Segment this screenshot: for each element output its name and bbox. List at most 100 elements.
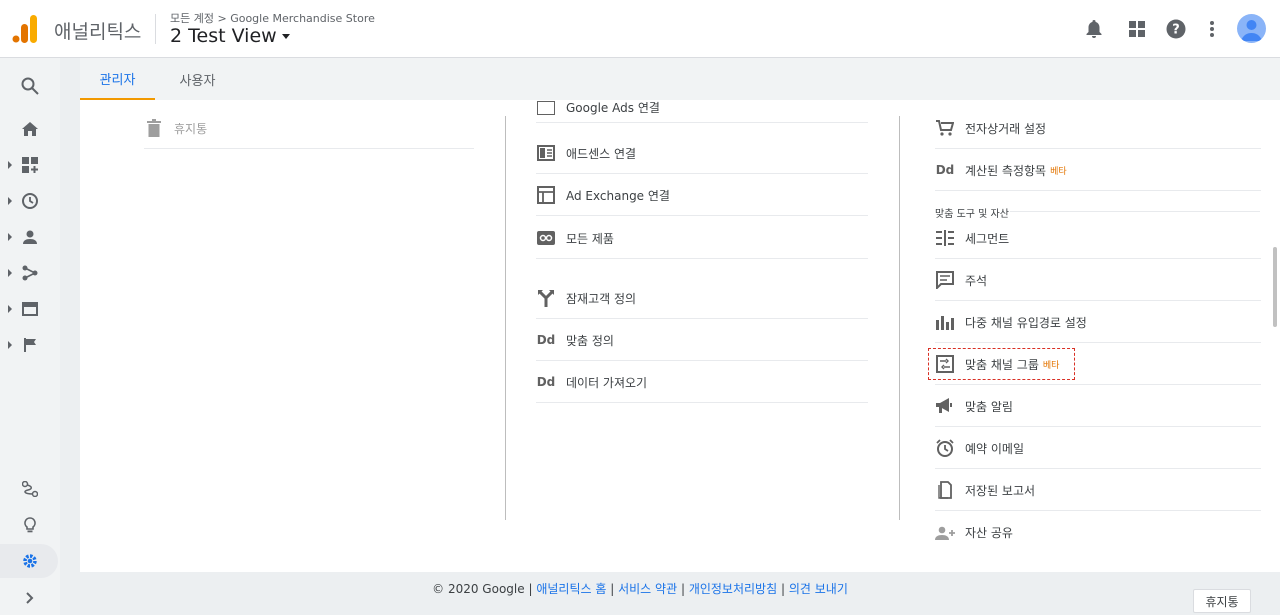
tool-item-label: 주석: [965, 273, 988, 288]
flag-icon[interactable]: [14, 333, 46, 357]
view-item-ecommerce[interactable]: 전자상거래 설정: [935, 108, 1261, 149]
ad-exchange-icon: [536, 185, 556, 205]
dd-icon: Dd: [536, 333, 556, 347]
expand-arrow-icon[interactable]: [8, 161, 12, 169]
property-item-label: 애드센스 연결: [566, 146, 637, 161]
tool-item-annotations[interactable]: 주석: [935, 260, 1261, 301]
top-bar: 애널리틱스 모든 계정 > Google Merchandise Store 2…: [0, 0, 1280, 58]
footer-copyright: © 2020 Google: [432, 582, 525, 596]
property-item-label: Google Ads 연결: [566, 101, 660, 115]
trash-button[interactable]: 휴지통: [1193, 589, 1251, 613]
megaphone-icon: [935, 396, 955, 416]
behavior-icon[interactable]: [14, 297, 46, 321]
column-divider: [899, 116, 900, 520]
footer-link-privacy[interactable]: 개인정보처리방침: [689, 582, 777, 596]
view-selector[interactable]: 2 Test View: [170, 25, 290, 47]
breadcrumb-property: Google Merchandise Store: [230, 12, 375, 25]
expand-arrow-icon[interactable]: [8, 341, 12, 349]
alarm-icon: [935, 438, 955, 458]
section-divider: [1010, 211, 1260, 212]
view-item-label: 전자상거래 설정: [965, 121, 1047, 136]
admin-tabs: 관리자 사용자: [80, 58, 1280, 100]
tool-item-share-assets[interactable]: 자산 공유: [935, 512, 1261, 553]
property-item-label: 잠재고객 정의: [566, 291, 637, 306]
tool-item-segments[interactable]: 세그먼트: [935, 218, 1261, 259]
highlight-box: [928, 348, 1075, 380]
breadcrumb[interactable]: 모든 계정 > Google Merchandise Store: [170, 10, 375, 26]
property-item-all-products[interactable]: 모든 제품: [536, 218, 868, 259]
cart-icon: [935, 118, 955, 138]
footer: © 2020 Google | 애널리틱스 홈 | 서비스 약관 | 개인정보처…: [0, 580, 1280, 597]
annotation-icon: [935, 270, 955, 290]
footer-separator: |: [680, 582, 685, 596]
app-name: 애널리틱스: [54, 21, 142, 43]
tool-item-label: 저장된 보고서: [965, 483, 1036, 498]
tool-item-label: 맞춤 알림: [965, 399, 1013, 414]
account-trash-label: 휴지통: [174, 121, 208, 136]
more-vert-icon[interactable]: [1201, 18, 1223, 40]
tool-item-mcf-settings[interactable]: 다중 채널 유입경로 설정: [935, 302, 1261, 343]
acquisition-icon[interactable]: [14, 261, 46, 285]
audience-icon: [536, 288, 556, 308]
tool-item-label: 세그먼트: [965, 231, 1010, 246]
property-item-custom-definitions[interactable]: Dd 맞춤 정의: [536, 320, 868, 361]
property-item-label: 모든 제품: [566, 231, 614, 246]
clock-icon[interactable]: [14, 189, 46, 213]
expand-arrow-icon[interactable]: [8, 197, 12, 205]
tool-item-scheduled-emails[interactable]: 예약 이메일: [935, 428, 1261, 469]
dropdown-caret-icon: [281, 34, 290, 39]
svg-text:?: ?: [1172, 23, 1180, 38]
customization-icon[interactable]: [14, 153, 46, 177]
property-item-label: Ad Exchange 연결: [566, 188, 670, 203]
search-icon[interactable]: [14, 74, 46, 98]
expand-arrow-icon[interactable]: [8, 269, 12, 277]
footer-link-feedback[interactable]: 의견 보내기: [789, 582, 848, 596]
notifications-bell-icon[interactable]: [1083, 18, 1105, 40]
header-divider: [155, 14, 156, 44]
vertical-scrollbar[interactable]: [1273, 247, 1277, 327]
side-nav: [0, 58, 60, 615]
person-icon[interactable]: [14, 225, 46, 249]
insights-lightbulb-icon[interactable]: [14, 513, 46, 537]
help-icon[interactable]: ?: [1165, 18, 1187, 40]
footer-separator: |: [780, 582, 786, 596]
tool-item-saved-reports[interactable]: 저장된 보고서: [935, 470, 1261, 511]
property-item-google-ads[interactable]: Google Ads 연결: [536, 100, 868, 123]
property-item-label: 맞춤 정의: [566, 333, 614, 348]
breadcrumb-separator: >: [217, 12, 227, 25]
footer-separator: |: [528, 582, 533, 596]
dd-icon: Dd: [536, 375, 556, 389]
tool-item-label: 다중 채널 유입경로 설정: [965, 315, 1087, 330]
property-item-adsense[interactable]: 애드센스 연결: [536, 133, 868, 174]
expand-arrow-icon[interactable]: [8, 233, 12, 241]
column-divider: [505, 116, 506, 520]
footer-separator: |: [610, 582, 615, 596]
footer-link-terms[interactable]: 서비스 약관: [618, 582, 677, 596]
link-icon: [536, 228, 556, 248]
account-trash-row[interactable]: 휴지통: [144, 108, 474, 149]
tab-admin[interactable]: 관리자: [80, 58, 155, 100]
attribution-icon[interactable]: [14, 477, 46, 501]
google-ads-icon: [536, 100, 556, 118]
admin-gear-icon[interactable]: [14, 549, 46, 573]
tool-item-custom-alerts[interactable]: 맞춤 알림: [935, 386, 1261, 427]
property-item-ad-exchange[interactable]: Ad Exchange 연결: [536, 175, 868, 216]
property-item-data-import[interactable]: Dd 데이터 가져오기: [536, 362, 868, 403]
tool-item-label: 예약 이메일: [965, 441, 1025, 456]
home-icon[interactable]: [14, 117, 46, 141]
analytics-logo-icon[interactable]: [12, 15, 38, 43]
beta-badge: 베타: [1050, 166, 1067, 177]
footer-link-analytics-home[interactable]: 애널리틱스 홈: [536, 582, 606, 596]
apps-grid-icon[interactable]: [1126, 18, 1148, 40]
dd-icon: Dd: [935, 163, 955, 177]
property-item-audience[interactable]: 잠재고객 정의: [536, 278, 868, 319]
property-item-label: 데이터 가져오기: [566, 375, 648, 390]
view-item-calculated-metrics[interactable]: Dd 계산된 측정항목 베타: [935, 150, 1261, 191]
account-avatar[interactable]: [1237, 14, 1266, 43]
segment-icon: [935, 228, 955, 248]
report-icon: [935, 480, 955, 500]
view-name: 2 Test View: [170, 25, 277, 47]
tab-user[interactable]: 사용자: [160, 58, 235, 100]
expand-arrow-icon[interactable]: [8, 305, 12, 313]
admin-content: 휴지통 Google Ads 연결 애드센스 연결 Ad Exchange 연결…: [80, 100, 1280, 572]
